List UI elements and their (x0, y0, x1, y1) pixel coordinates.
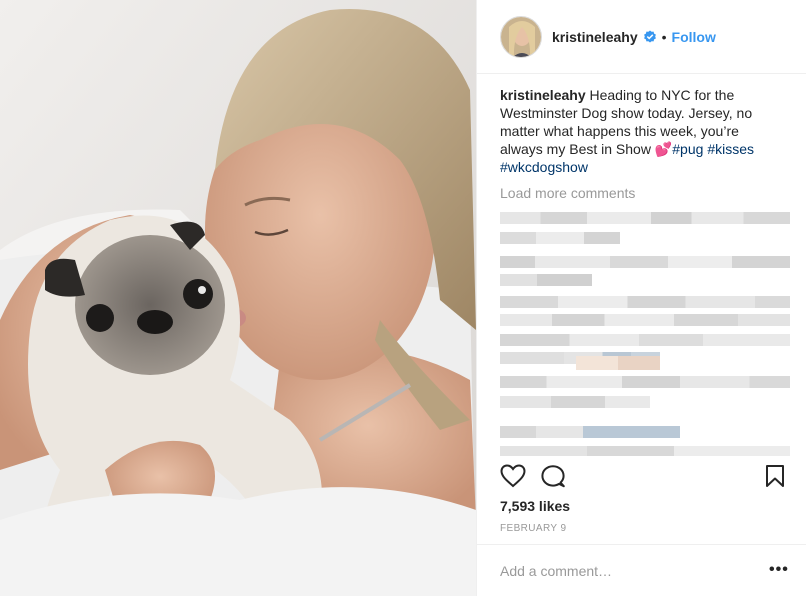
pixelated-comment-line (500, 232, 620, 244)
avatar[interactable] (500, 15, 542, 58)
pixelated-comment-line (576, 356, 660, 370)
pixelated-comment-line (500, 314, 790, 326)
hashtag-link[interactable]: #kisses (707, 141, 754, 157)
load-more-comments-button[interactable]: Load more comments (500, 185, 635, 201)
comment-input[interactable] (500, 559, 750, 583)
post-sidebar: kristineleahy • Follow kristineleahy Hea… (476, 0, 806, 596)
pixelated-comment-line (500, 426, 680, 438)
post-header: kristineleahy • Follow (477, 0, 806, 74)
pixelated-comment-line (500, 376, 790, 388)
post-date[interactable]: FEBRUARY 9 (500, 523, 566, 534)
verified-badge-icon (643, 30, 657, 44)
post-actions (477, 455, 806, 499)
hashtag-link[interactable]: #wkcdogshow (500, 159, 588, 175)
hashtag-link[interactable]: #pug (672, 141, 703, 157)
header-separator: • (661, 28, 667, 45)
follow-button[interactable]: Follow (672, 29, 716, 45)
more-options-icon[interactable]: ••• (769, 562, 789, 582)
pixelated-comment-line (500, 274, 592, 286)
comment-bar: ••• (477, 544, 806, 596)
post-username[interactable]: kristineleahy (552, 29, 638, 45)
post-caption: kristineleahy Heading to NYC for the Wes… (500, 86, 785, 176)
pixelated-comment-line (500, 396, 650, 408)
bookmark-icon[interactable] (765, 464, 785, 493)
pixelated-comment-line (500, 256, 790, 268)
post-photo[interactable] (0, 0, 476, 596)
comment-bubble-icon[interactable] (540, 464, 566, 493)
pixelated-comment-line (500, 212, 790, 224)
pixelated-comment-line (500, 334, 790, 346)
post-image (0, 0, 476, 596)
pixelated-comments (500, 206, 790, 456)
like-count[interactable]: 7,593 likes (500, 498, 570, 514)
heart-icon[interactable] (500, 464, 526, 493)
caption-username[interactable]: kristineleahy (500, 87, 586, 103)
avatar-image (501, 16, 541, 57)
pixelated-comment-line (500, 296, 790, 308)
